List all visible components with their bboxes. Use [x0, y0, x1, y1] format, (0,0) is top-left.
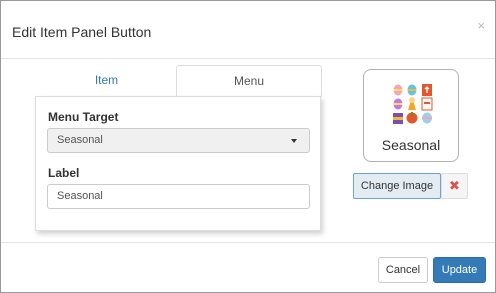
tab-bar: Item Menu: [35, 65, 322, 97]
image-tile-label: Seasonal: [381, 137, 441, 153]
change-image-button[interactable]: Change Image: [353, 173, 441, 199]
dialog-body: Item Menu Menu Target Seasonal Label Sea…: [1, 59, 495, 242]
menu-tab-panel: Menu Target Seasonal Label Seasonal: [35, 96, 321, 231]
dialog-header: Edit Item Panel Button ×: [1, 1, 495, 59]
edit-item-panel-dialog: Edit Item Panel Button × Item Menu Menu …: [0, 0, 496, 293]
update-button[interactable]: Update: [433, 257, 486, 283]
label-field-label: Label: [48, 166, 80, 180]
cancel-button[interactable]: Cancel: [378, 257, 428, 283]
menu-target-label: Menu Target: [48, 110, 119, 124]
dialog-footer: Cancel Update: [1, 242, 495, 292]
tab-menu[interactable]: Menu: [176, 65, 322, 97]
close-button[interactable]: ×: [477, 19, 485, 32]
tab-item[interactable]: Item: [35, 65, 178, 97]
menu-target-select[interactable]: Seasonal: [47, 128, 310, 153]
menu-target-value: Seasonal: [57, 134, 103, 146]
caret-down-icon: [291, 139, 297, 143]
dialog-title: Edit Item Panel Button: [12, 24, 152, 40]
seasonal-items-icon: [393, 84, 433, 124]
button-image-preview: Seasonal: [363, 69, 459, 162]
label-input[interactable]: Seasonal: [47, 184, 310, 209]
remove-image-icon[interactable]: ✖: [441, 173, 468, 199]
